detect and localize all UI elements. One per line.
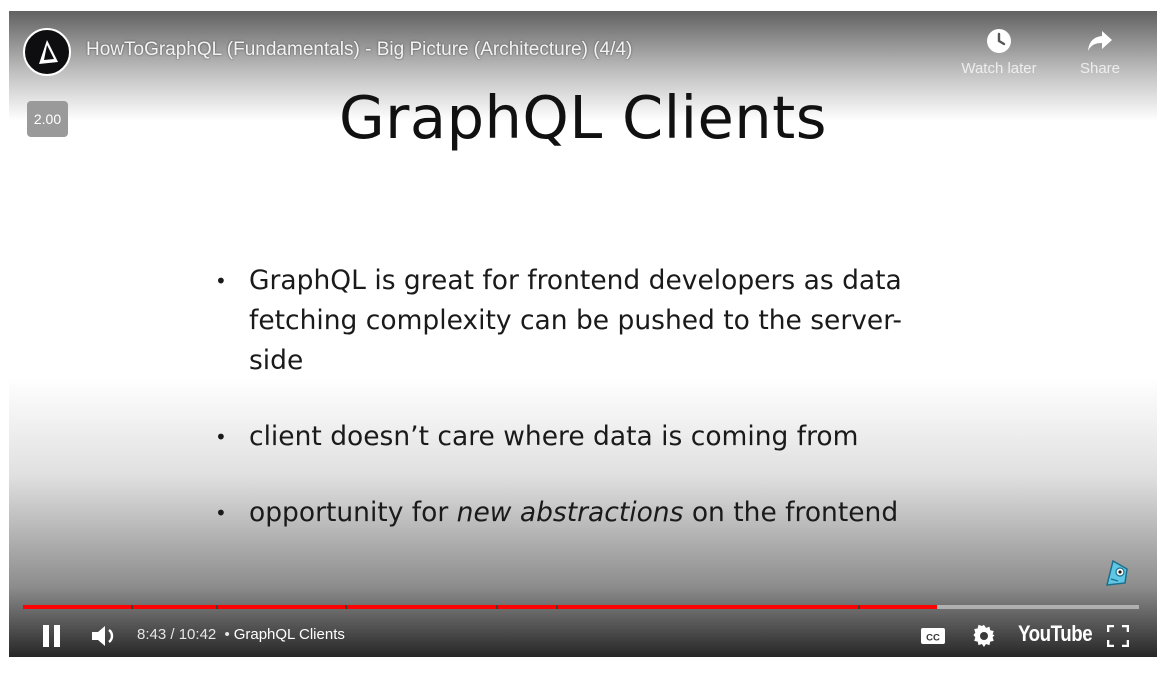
video-player[interactable]: GraphQL Clients • GraphQL is great for f… — [9, 11, 1157, 657]
chapter-title[interactable]: GraphQL Clients — [234, 626, 345, 643]
fullscreen-icon — [1107, 625, 1129, 647]
share-label: Share — [1079, 60, 1121, 77]
share-arrow-icon — [1088, 31, 1112, 51]
watch-later-label: Watch later — [961, 60, 1037, 77]
volume-button[interactable] — [89, 623, 119, 649]
chapter-marker — [345, 605, 347, 609]
bullet-dot: • — [215, 501, 227, 525]
slide-title: GraphQL Clients — [338, 83, 828, 152]
prisma-logo-icon — [39, 40, 58, 64]
bullet-2: • client doesn’t care where data is comi… — [215, 417, 1009, 457]
clock-icon — [987, 29, 1011, 53]
channel-avatar[interactable] — [23, 28, 71, 76]
bullet-1-line-2: fetching complexity can be pushed to the… — [249, 305, 902, 336]
playback-speed-badge: 2.00 — [27, 101, 68, 137]
bullet-3-after: on the frontend — [683, 497, 899, 528]
bullet-2-text: client doesn’t care where data is coming… — [249, 421, 859, 452]
volume-icon — [92, 626, 114, 646]
settings-button[interactable] — [971, 623, 997, 649]
time-display: 8:43 / 10:42 • GraphQL Clients — [137, 626, 345, 643]
bullet-dot: • — [215, 269, 227, 293]
chapter-dot: • — [224, 626, 230, 643]
svg-text:CC: CC — [926, 633, 940, 644]
chapter-marker — [216, 605, 218, 609]
control-bar: 8:43 / 10:42 • GraphQL Clients CC YouTube — [9, 615, 1157, 657]
progress-bar[interactable] — [23, 605, 1139, 609]
bullet-3-emphasis: new abstractions — [456, 497, 684, 528]
fullscreen-button[interactable] — [1105, 623, 1131, 649]
pause-icon — [43, 625, 60, 647]
pause-button[interactable] — [39, 623, 65, 649]
settings-gear-icon — [973, 624, 995, 647]
bullet-dot: • — [215, 425, 227, 449]
youtube-logo[interactable]: YouTube — [1018, 621, 1093, 647]
bullet-1-line-1: GraphQL is great for frontend developers… — [249, 265, 902, 296]
current-time: 8:43 — [137, 626, 167, 643]
captions-button[interactable]: CC — [919, 624, 947, 648]
bullet-1-line-3: side — [249, 345, 304, 376]
graphql-watermark-icon — [1106, 559, 1128, 586]
watch-later-button[interactable]: Watch later — [959, 28, 1039, 77]
time-separator: / — [170, 626, 175, 643]
bullet-3-before: opportunity for — [249, 497, 457, 528]
duration: 10:42 — [178, 626, 217, 643]
progress-played — [23, 605, 937, 609]
chapter-marker — [496, 605, 498, 609]
share-button[interactable]: Share — [1060, 28, 1140, 77]
bullet-3: • opportunity for new abstractions on th… — [215, 493, 1009, 533]
captions-icon: CC — [921, 628, 945, 644]
chapter-marker — [131, 605, 133, 609]
bullet-1: • GraphQL is great for frontend develope… — [215, 261, 1009, 381]
chapter-marker — [858, 605, 860, 609]
chapter-marker — [556, 605, 558, 609]
video-title[interactable]: HowToGraphQL (Fundamentals) - Big Pictur… — [86, 39, 632, 61]
